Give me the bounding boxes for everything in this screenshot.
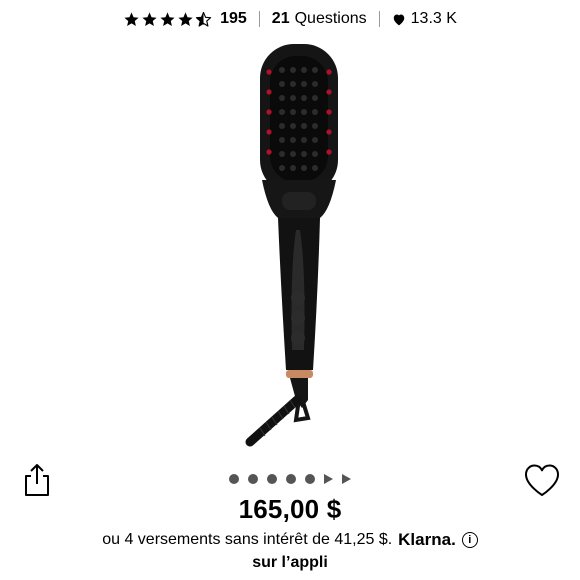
carousel-dot[interactable] xyxy=(286,474,296,484)
star-full-icon xyxy=(160,11,175,26)
installment-offer: ou 4 versements sans intérêt de 41,25 $.… xyxy=(0,530,580,550)
carousel-video-icon[interactable] xyxy=(324,474,333,484)
carousel-dot[interactable] xyxy=(248,474,258,484)
questions-link[interactable]: 21 Questions xyxy=(272,10,367,28)
product-image[interactable] xyxy=(200,40,380,460)
heart-outline-icon xyxy=(525,464,559,496)
product-stats-bar: 195 21 Questions 13.3 K xyxy=(0,6,580,32)
carousel-video-icon[interactable] xyxy=(342,474,351,484)
info-icon[interactable]: i xyxy=(461,532,478,548)
installment-text: ou 4 versements sans intérêt de 41,25 $. xyxy=(102,531,393,548)
star-full-icon xyxy=(124,11,139,26)
loves-stat: 13.3 K xyxy=(392,10,457,28)
heart-filled-icon xyxy=(393,14,404,25)
carousel-dot[interactable] xyxy=(305,474,315,484)
app-link[interactable]: sur l’appli xyxy=(0,554,580,572)
carousel-dot[interactable] xyxy=(267,474,277,484)
heated-straightening-brush-icon xyxy=(245,44,338,447)
star-full-icon xyxy=(178,11,193,26)
questions-count: 21 xyxy=(271,10,290,27)
klarna-logo: Klarna. xyxy=(398,530,456,549)
questions-label: Questions xyxy=(294,10,367,27)
product-price: 165,00 $ xyxy=(238,494,342,524)
star-full-icon xyxy=(142,11,157,26)
loves-count: 13.3 K xyxy=(410,10,457,27)
wishlist-button[interactable] xyxy=(522,462,562,498)
star-half-icon xyxy=(195,11,212,27)
divider xyxy=(258,11,260,27)
review-count[interactable]: 195 xyxy=(220,10,247,28)
rating-stars[interactable] xyxy=(123,11,212,28)
divider xyxy=(378,11,380,27)
image-carousel-pager[interactable] xyxy=(0,472,580,486)
carousel-dot[interactable] xyxy=(229,474,239,484)
